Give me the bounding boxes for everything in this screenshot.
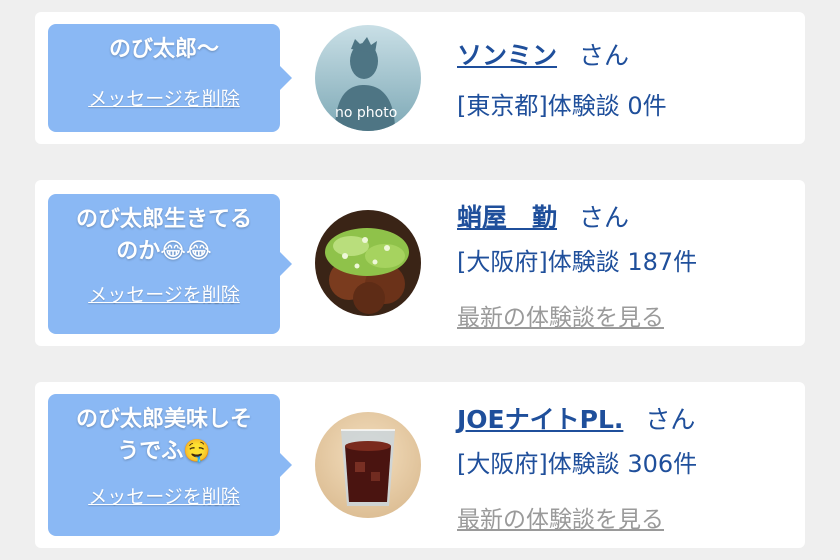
prefecture: [東京都]	[457, 92, 548, 120]
prefecture: [大阪府]	[457, 450, 548, 478]
user-name-link[interactable]: JOEナイトPL.	[457, 405, 623, 434]
message-bubble: のび太郎美味しそ うでふ🤤 メッセージを削除	[48, 394, 292, 536]
user-name-row: 蛸屋 勤さん	[457, 198, 629, 234]
latest-reviews-link[interactable]: 最新の体験談を見る	[457, 298, 664, 332]
user-name-row: JOEナイトPL. さん	[457, 400, 695, 436]
delete-message-link[interactable]: メッセージを削除	[88, 482, 240, 509]
latest-reviews-link[interactable]: 最新の体験談を見る	[457, 500, 664, 534]
user-info: [大阪府]体験談 187件	[457, 242, 697, 277]
message-card: のび太郎生きてる のか😂😂 メッセージを削除 蛸屋 勤さん [大阪府]体験談 1…	[35, 180, 805, 346]
honorific: さん	[579, 203, 630, 232]
user-name-link[interactable]: ソンミン	[457, 41, 557, 70]
bubble-text-line: のび太郎〜	[108, 37, 219, 62]
bubble-text-line: のび太郎生きてる	[75, 207, 252, 232]
experience-label: 体験談	[547, 92, 620, 120]
message-card: のび太郎〜 メッセージを削除 no photo ソンミン さん [東京都]体験談…	[35, 12, 805, 144]
experience-count: 187件	[627, 248, 698, 276]
delete-message-link[interactable]: メッセージを削除	[88, 84, 240, 111]
bubble-text-line: のび太郎美味しそ	[75, 407, 252, 432]
prefecture: [大阪府]	[457, 248, 548, 276]
drink-photo-icon	[315, 412, 421, 518]
honorific: さん	[645, 405, 696, 434]
user-name-row: ソンミン さん	[457, 36, 629, 72]
bubble-text-line: うでふ🤤	[117, 439, 211, 464]
delete-message-link[interactable]: メッセージを削除	[88, 280, 240, 307]
takoyaki-photo-icon	[315, 210, 421, 316]
experience-count: 306件	[627, 450, 698, 478]
avatar[interactable]: no photo	[315, 25, 421, 131]
avatar[interactable]	[315, 412, 421, 518]
user-info: [大阪府]体験談 306件	[457, 444, 697, 479]
experience-label: 体験談	[547, 450, 620, 478]
message-card: のび太郎美味しそ うでふ🤤 メッセージを削除 JOEナイトPL. さん [大阪府…	[35, 382, 805, 548]
message-list: のび太郎〜 メッセージを削除 no photo ソンミン さん [東京都]体験談…	[0, 0, 840, 560]
message-bubble: のび太郎生きてる のか😂😂 メッセージを削除	[48, 194, 292, 334]
honorific: さん	[579, 41, 630, 70]
experience-count: 0件	[627, 92, 667, 120]
avatar[interactable]	[315, 210, 421, 316]
bubble-text-line: のか😂😂	[116, 239, 212, 264]
user-info: [東京都]体験談 0件	[457, 86, 667, 121]
user-name-link[interactable]: 蛸屋 勤	[457, 203, 557, 232]
experience-label: 体験談	[547, 248, 620, 276]
message-bubble: のび太郎〜 メッセージを削除	[48, 24, 292, 132]
avatar-caption: no photo	[335, 105, 398, 121]
